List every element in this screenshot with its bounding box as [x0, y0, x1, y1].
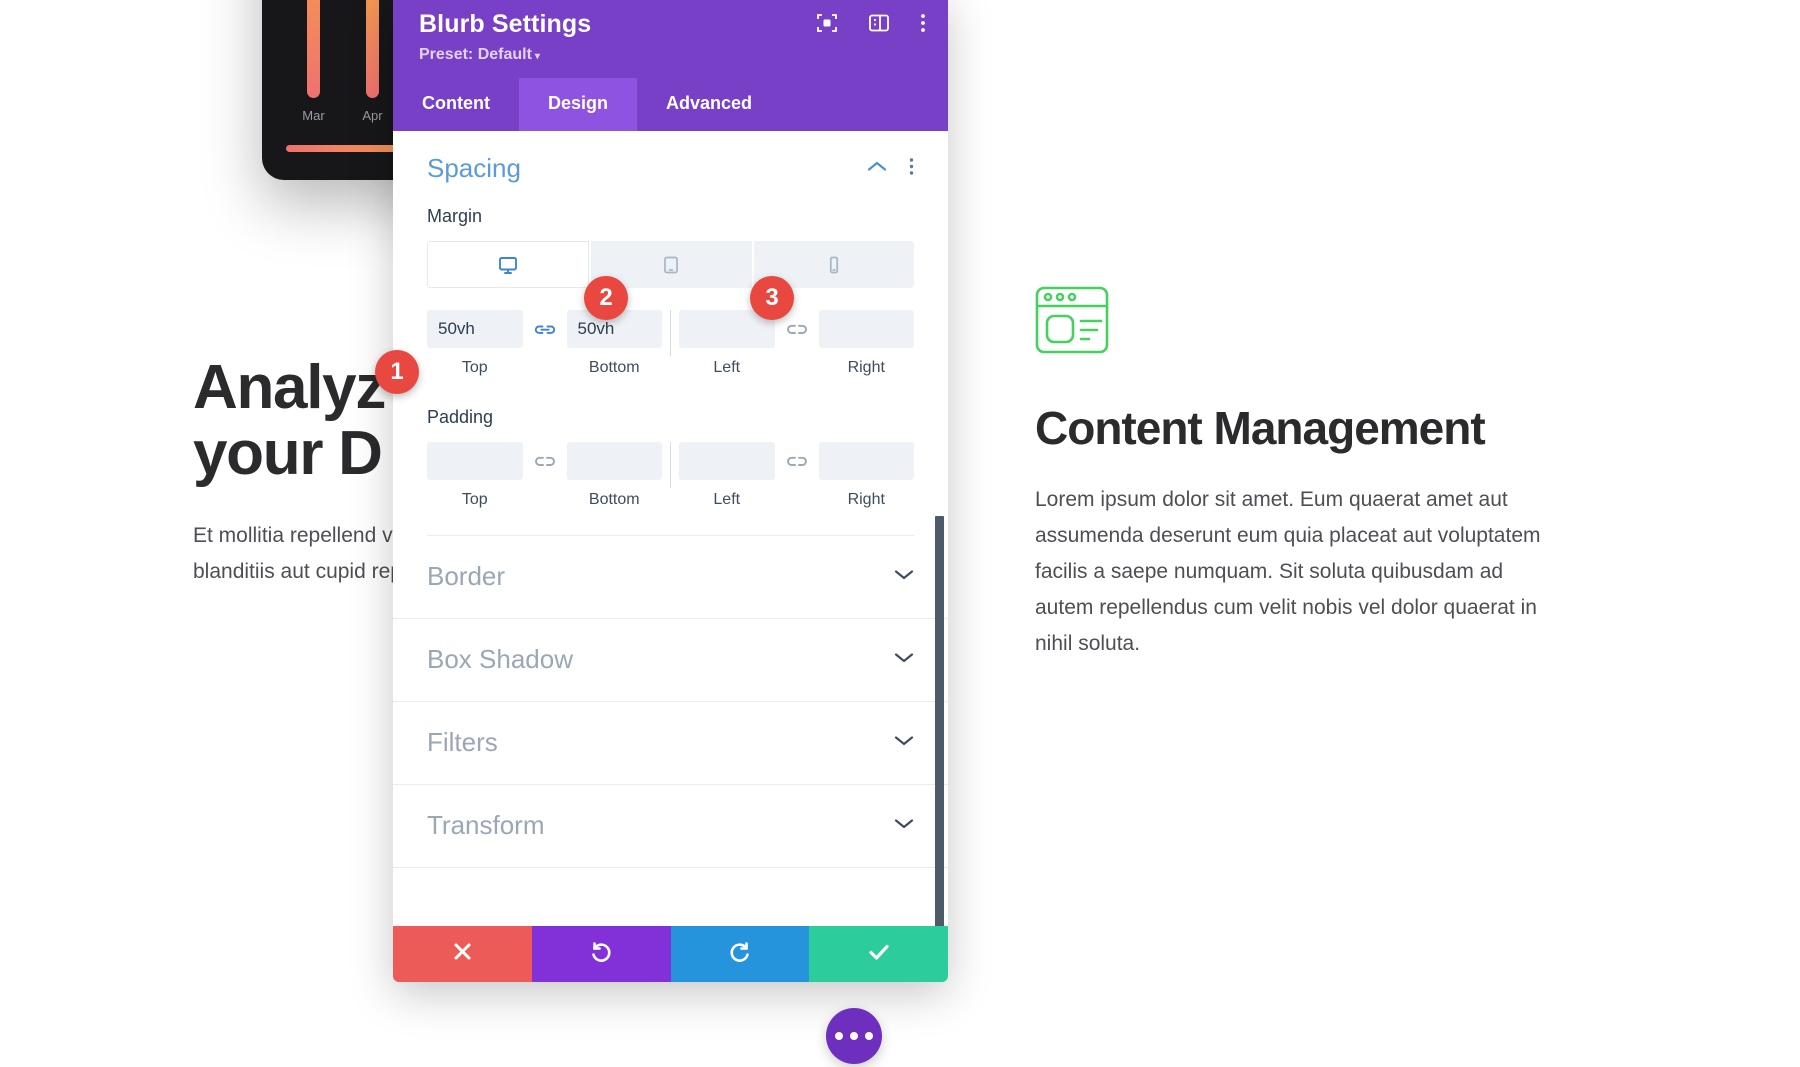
margin-vertical-link-connected-icon[interactable] [523, 322, 567, 365]
blurb-settings-modal: Blurb Settings Preset: Default ▾ Content… [393, 0, 948, 982]
margin-bottom-caption: Bottom [588, 359, 640, 376]
modal-action-bar [393, 926, 948, 982]
modal-scrollbar[interactable] [935, 131, 944, 926]
padding-horizontal-group: Left Right [679, 442, 914, 509]
margin-label: Margin [427, 206, 483, 226]
modal-header: Blurb Settings Preset: Default ▾ [393, 0, 948, 78]
padding-divider [670, 442, 671, 488]
padding-horizontal-link-broken-icon[interactable] [775, 454, 819, 497]
padding-right-caption: Right [847, 491, 885, 508]
padding-field-group: Padding Top Bottom Left Right [393, 377, 948, 536]
redo-button[interactable] [670, 926, 810, 982]
padding-bottom-caption: Bottom [588, 491, 640, 508]
spacing-section-header: Spacing [393, 131, 948, 192]
device-toggle-desktop[interactable] [427, 241, 590, 288]
margin-horizontal-group: Left Right [679, 310, 914, 377]
chart-label: Apr [362, 108, 383, 123]
padding-top-caption: Top [461, 491, 488, 508]
padding-top-input[interactable] [427, 442, 523, 480]
padding-right-field: Right [818, 442, 914, 509]
section-box-shadow-label: Box Shadow [427, 644, 573, 674]
undo-arrow-icon [589, 940, 613, 969]
more-horizontal-icon[interactable] [826, 1008, 882, 1064]
margin-left-field: Left [679, 310, 775, 377]
margin-top-field: Top [427, 310, 523, 377]
padding-vertical-link-broken-icon[interactable] [523, 454, 567, 497]
tab-design[interactable]: Design [518, 78, 637, 131]
margin-vertical-group: Top Bottom [427, 310, 662, 377]
checkmark-icon [867, 940, 891, 969]
step-badge-1: 1 [375, 350, 419, 394]
padding-left-field: Left [679, 442, 775, 509]
section-filters[interactable]: Filters [393, 702, 948, 785]
cancel-button[interactable] [393, 926, 532, 982]
save-button[interactable] [809, 926, 948, 982]
feature-title: Content Management [1035, 402, 1486, 454]
margin-top-input[interactable] [427, 310, 523, 348]
modal-header-icons [816, 12, 926, 34]
focus-target-icon[interactable] [816, 12, 838, 34]
fab-dot [835, 1032, 843, 1040]
step-badge-3: 3 [750, 276, 794, 320]
padding-top-field: Top [427, 442, 523, 509]
section-transform[interactable]: Transform [393, 785, 948, 868]
section-border[interactable]: Border [393, 536, 948, 619]
chevron-up-icon[interactable] [867, 160, 887, 178]
padding-label: Padding [427, 407, 494, 427]
chevron-down-icon [894, 651, 914, 669]
scrollbar-thumb[interactable] [935, 516, 944, 926]
margin-inputs-row: Top Bottom [427, 310, 914, 377]
browser-window-icon [1035, 285, 1115, 357]
chart-bar [307, 0, 320, 98]
feature-block: Content Management Lorem ipsum dolor sit… [1035, 285, 1565, 662]
margin-bottom-field: Bottom [566, 310, 662, 377]
fab-dot [865, 1032, 873, 1040]
feature-paragraph: Lorem ipsum dolor sit amet. Eum quaerat … [1035, 487, 1541, 656]
padding-vertical-group: Top Bottom [427, 442, 662, 509]
more-vertical-icon[interactable] [920, 12, 926, 34]
margin-left-caption: Left [713, 359, 741, 376]
spacing-section-tools [867, 157, 914, 181]
modal-tabs: Content Design Advanced [393, 78, 948, 131]
close-x-icon [452, 941, 473, 967]
margin-right-caption: Right [847, 359, 885, 376]
chevron-down-icon [894, 734, 914, 752]
padding-inputs-row: Top Bottom Left Right [427, 442, 914, 509]
padding-bottom-field: Bottom [566, 442, 662, 509]
chevron-down-icon [894, 568, 914, 586]
undo-button[interactable] [531, 926, 671, 982]
section-transform-label: Transform [427, 810, 545, 840]
chart-bar [366, 0, 379, 98]
section-filters-label: Filters [427, 727, 498, 757]
margin-right-field: Right [818, 310, 914, 377]
fab-dot [850, 1032, 858, 1040]
padding-bottom-input[interactable] [566, 442, 662, 480]
step-badge-2: 2 [584, 276, 628, 320]
chevron-down-icon [894, 817, 914, 835]
padding-left-input[interactable] [679, 442, 775, 480]
section-border-label: Border [427, 561, 506, 591]
tab-content[interactable]: Content [393, 78, 519, 131]
more-vertical-icon[interactable] [909, 157, 914, 181]
chart-label: Mar [302, 108, 325, 123]
layout-panel-icon[interactable] [868, 12, 890, 34]
margin-device-toggle [427, 241, 914, 288]
preset-label: Preset: Default [419, 46, 532, 63]
chevron-down-icon: ▾ [534, 51, 540, 62]
margin-horizontal-link-broken-icon[interactable] [775, 322, 819, 365]
section-box-shadow[interactable]: Box Shadow [393, 619, 948, 702]
spacing-section-title: Spacing [427, 153, 521, 183]
margin-field-group: Margin 50vh Top 50vh Bottom Left Right [393, 192, 948, 377]
preset-selector[interactable]: Preset: Default ▾ [419, 46, 922, 64]
margin-right-input[interactable] [818, 310, 914, 348]
tab-advanced[interactable]: Advanced [637, 78, 781, 131]
redo-arrow-icon [728, 940, 752, 969]
modal-body: Spacing Margin 50vh Top 50vh Bottom Left… [393, 131, 948, 926]
margin-top-caption: Top [461, 359, 488, 376]
margin-divider [670, 310, 671, 356]
padding-left-caption: Left [713, 491, 741, 508]
padding-right-input[interactable] [818, 442, 914, 480]
